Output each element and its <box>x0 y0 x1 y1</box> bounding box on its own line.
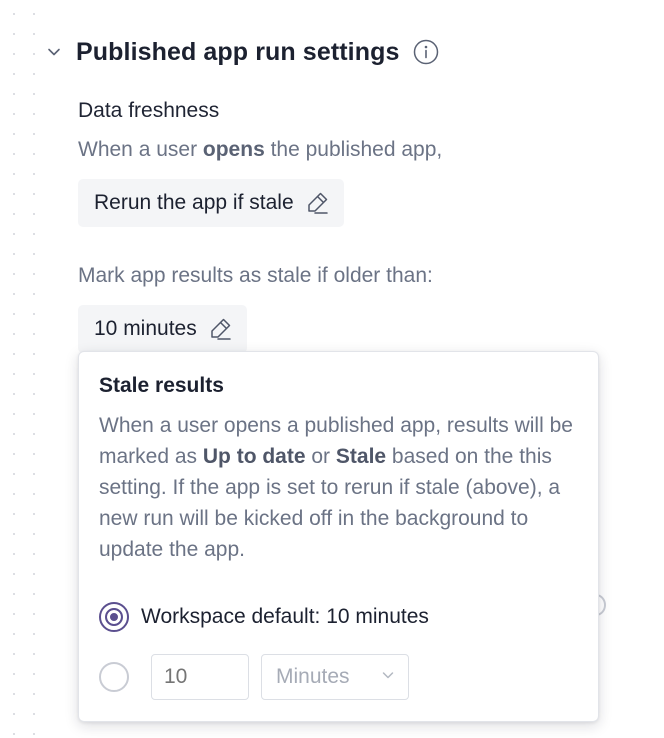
section-title: Published app run settings <box>76 37 400 66</box>
popover-body-part: or <box>305 445 336 468</box>
popover-body-bold: Stale <box>335 445 387 468</box>
popover-title: Stale results <box>99 374 224 397</box>
rerun-setting-chip[interactable]: Rerun the app if stale <box>78 179 344 227</box>
data-freshness-label: Data freshness <box>78 99 220 122</box>
stale-results-popover: Stale results When a user opens a publis… <box>78 351 599 722</box>
pencil-icon[interactable] <box>304 190 330 216</box>
popover-description: When a user opens a published app, resul… <box>99 410 584 565</box>
desc-bold: opens <box>202 138 265 161</box>
chevron-down-icon[interactable] <box>44 42 64 62</box>
stale-threshold-label: Mark app results as stale if older than: <box>78 264 433 287</box>
popover-body-bold: Up to date <box>202 445 306 468</box>
rerun-setting-value: Rerun the app if stale <box>94 191 294 214</box>
unit-select[interactable]: Minutes <box>261 654 409 700</box>
option-custom[interactable]: Minutes <box>99 654 409 700</box>
info-icon[interactable] <box>413 39 439 65</box>
chevron-down-icon <box>380 665 396 689</box>
section-header[interactable]: Published app run settings <box>44 32 439 72</box>
unit-select-value: Minutes <box>276 665 350 688</box>
data-freshness-description: When a user opens the published app, <box>78 138 442 162</box>
radio-selected[interactable] <box>99 602 129 632</box>
radio-dot <box>105 608 123 626</box>
radio-unselected[interactable] <box>99 662 129 692</box>
desc-suffix: the published app, <box>264 138 443 161</box>
option-workspace-default[interactable]: Workspace default: 10 minutes <box>99 602 429 632</box>
custom-value-input[interactable] <box>151 654 249 700</box>
workspace-default-label: Workspace default: 10 minutes <box>141 605 429 628</box>
desc-prefix: When a user <box>78 138 203 161</box>
stale-threshold-chip[interactable]: 10 minutes <box>78 305 247 353</box>
stale-threshold-value: 10 minutes <box>94 317 197 340</box>
pencil-icon[interactable] <box>207 316 233 342</box>
